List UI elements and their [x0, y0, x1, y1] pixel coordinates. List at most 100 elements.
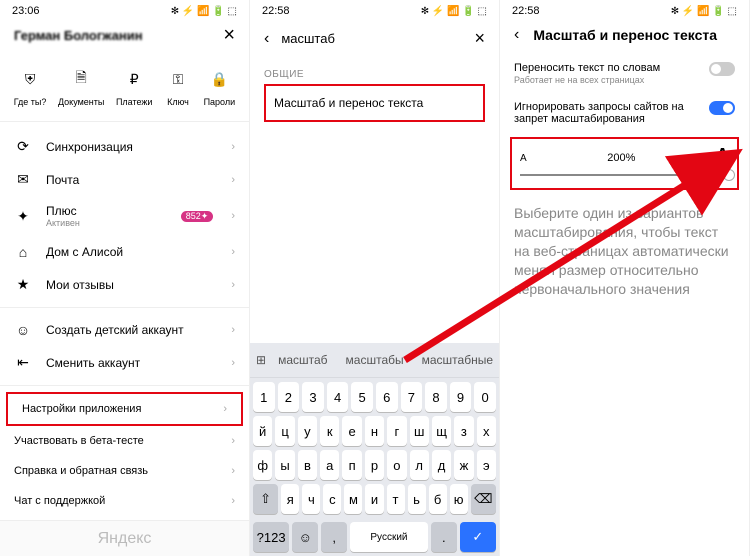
key[interactable]: п	[342, 450, 361, 480]
key[interactable]: ф	[253, 450, 272, 480]
slider-knob[interactable]	[723, 169, 735, 181]
back-icon[interactable]: ‹	[514, 26, 519, 44]
search-result-item[interactable]: Масштаб и перенос текста	[264, 84, 485, 122]
key[interactable]: с	[323, 484, 341, 514]
key[interactable]: ж	[454, 450, 473, 480]
key[interactable]: о	[387, 450, 406, 480]
menu-help[interactable]: Справка и обратная связь›	[0, 456, 249, 486]
key[interactable]: ю	[450, 484, 468, 514]
key[interactable]: к	[320, 416, 339, 446]
toggle-on[interactable]	[709, 101, 735, 115]
chevron-right-icon: ›	[231, 435, 235, 447]
menu-item[interactable]: ⟳ Синхронизация ›	[0, 130, 249, 163]
menu-item[interactable]: ✉ Почта ›	[0, 163, 249, 196]
key[interactable]: а	[320, 450, 339, 480]
key[interactable]: б	[429, 484, 447, 514]
menu-item[interactable]: ⇤ Сменить аккаунт ›	[0, 346, 249, 379]
close-icon[interactable]: ×	[223, 24, 235, 47]
menu-beta[interactable]: Участвовать в бета-тесте›	[0, 426, 249, 456]
menu-support-chat[interactable]: Чат с поддержкой›	[0, 486, 249, 516]
key[interactable]: 5	[351, 382, 373, 412]
quick-action[interactable]: 🔒 Пароли	[204, 65, 236, 107]
quick-action[interactable]: 🗎 Документы	[58, 65, 104, 107]
status-icons: ✻ ⚡ 📶 🔋 ⬚	[171, 6, 237, 17]
menu-label: Дом с Алисой	[46, 245, 217, 259]
key[interactable]: 8	[425, 382, 447, 412]
key[interactable]: 4	[327, 382, 349, 412]
key-dot[interactable]: .	[431, 522, 457, 552]
quick-label: Документы	[58, 97, 104, 107]
key[interactable]: у	[298, 416, 317, 446]
suggestion[interactable]: масштабные	[416, 349, 499, 371]
menu-item[interactable]: ⌂ Дом с Алисой ›	[0, 236, 249, 268]
suggestion[interactable]: масштабы	[340, 349, 410, 371]
suggestion[interactable]: масштаб	[272, 349, 333, 371]
chevron-right-icon: ›	[231, 246, 235, 258]
key[interactable]: ⌫	[471, 484, 496, 514]
slider-track[interactable]	[520, 174, 729, 176]
key[interactable]: м	[344, 484, 362, 514]
key[interactable]: е	[342, 416, 361, 446]
slider-max-icon: A	[716, 145, 729, 166]
grid-icon[interactable]: ⊞	[256, 353, 266, 367]
key[interactable]: ⇧	[253, 484, 278, 514]
key[interactable]: 3	[302, 382, 324, 412]
key[interactable]: з	[454, 416, 473, 446]
key[interactable]: л	[410, 450, 429, 480]
menu-app-settings[interactable]: Настройки приложения ›	[8, 394, 241, 424]
quick-action[interactable]: ⛨ Где ты?	[14, 65, 47, 107]
key[interactable]: щ	[432, 416, 451, 446]
option-word-wrap[interactable]: Переносить текст по словам Работает не н…	[500, 54, 749, 93]
key[interactable]: ь	[408, 484, 426, 514]
key[interactable]: т	[387, 484, 405, 514]
page-header: ‹ Масштаб и перенос текста	[500, 22, 749, 54]
key[interactable]: 7	[401, 382, 423, 412]
badge: 852✦	[181, 211, 214, 222]
back-icon[interactable]: ‹	[264, 30, 269, 48]
quick-action[interactable]: ₽ Платежи	[116, 65, 153, 107]
menu-label: Почта	[46, 173, 217, 187]
key[interactable]: н	[365, 416, 384, 446]
key[interactable]: г	[387, 416, 406, 446]
menu-item[interactable]: ★ Мои отзывы ›	[0, 268, 249, 301]
quick-actions: ⛨ Где ты? 🗎 Документы ₽ Платежи ⚿ Ключ 🔒…	[0, 57, 249, 122]
key-emoji[interactable]: ☺	[292, 522, 318, 552]
menu-icon: ★	[14, 276, 32, 293]
highlight-app-settings: Настройки приложения ›	[6, 392, 243, 426]
key[interactable]: и	[365, 484, 383, 514]
key[interactable]: 1	[253, 382, 275, 412]
toggle-off[interactable]	[709, 62, 735, 76]
key[interactable]: д	[432, 450, 451, 480]
key[interactable]: в	[298, 450, 317, 480]
menu-label: Создать детский аккаунт	[46, 323, 217, 337]
key[interactable]: р	[365, 450, 384, 480]
menu-item[interactable]: ✦ ПлюсАктивен 852✦ ›	[0, 196, 249, 236]
key[interactable]: х	[477, 416, 496, 446]
menu-list: ⟳ Синхронизация › ✉ Почта › ✦ ПлюсАктиве…	[0, 122, 249, 379]
menu-item[interactable]: ☺ Создать детский аккаунт ›	[0, 314, 249, 346]
menu-label: Мои отзывы	[46, 278, 217, 292]
key-comma[interactable]: ,	[321, 522, 347, 552]
key[interactable]: ы	[275, 450, 294, 480]
key[interactable]: 9	[450, 382, 472, 412]
quick-icon: ⚿	[164, 65, 192, 93]
key-submit[interactable]: ✓	[460, 522, 496, 552]
key[interactable]: ч	[302, 484, 320, 514]
search-input[interactable]: масштаб	[281, 31, 462, 46]
key[interactable]: э	[477, 450, 496, 480]
key-space[interactable]: Русский	[350, 522, 428, 552]
quick-icon: ₽	[120, 65, 148, 93]
clear-icon[interactable]: ×	[474, 28, 485, 49]
quick-action[interactable]: ⚿ Ключ	[164, 65, 192, 107]
menu-icon: ⇤	[14, 354, 32, 371]
key[interactable]: ш	[410, 416, 429, 446]
key[interactable]: я	[281, 484, 299, 514]
key[interactable]: 2	[278, 382, 300, 412]
scale-slider[interactable]: A 200% A	[510, 137, 739, 190]
key[interactable]: 0	[474, 382, 496, 412]
key[interactable]: й	[253, 416, 272, 446]
option-ignore-zoom-block[interactable]: Игнорировать запросы сайтов на запрет ма…	[500, 93, 749, 133]
key[interactable]: ц	[275, 416, 294, 446]
key-symbols[interactable]: ?123	[253, 522, 289, 552]
key[interactable]: 6	[376, 382, 398, 412]
